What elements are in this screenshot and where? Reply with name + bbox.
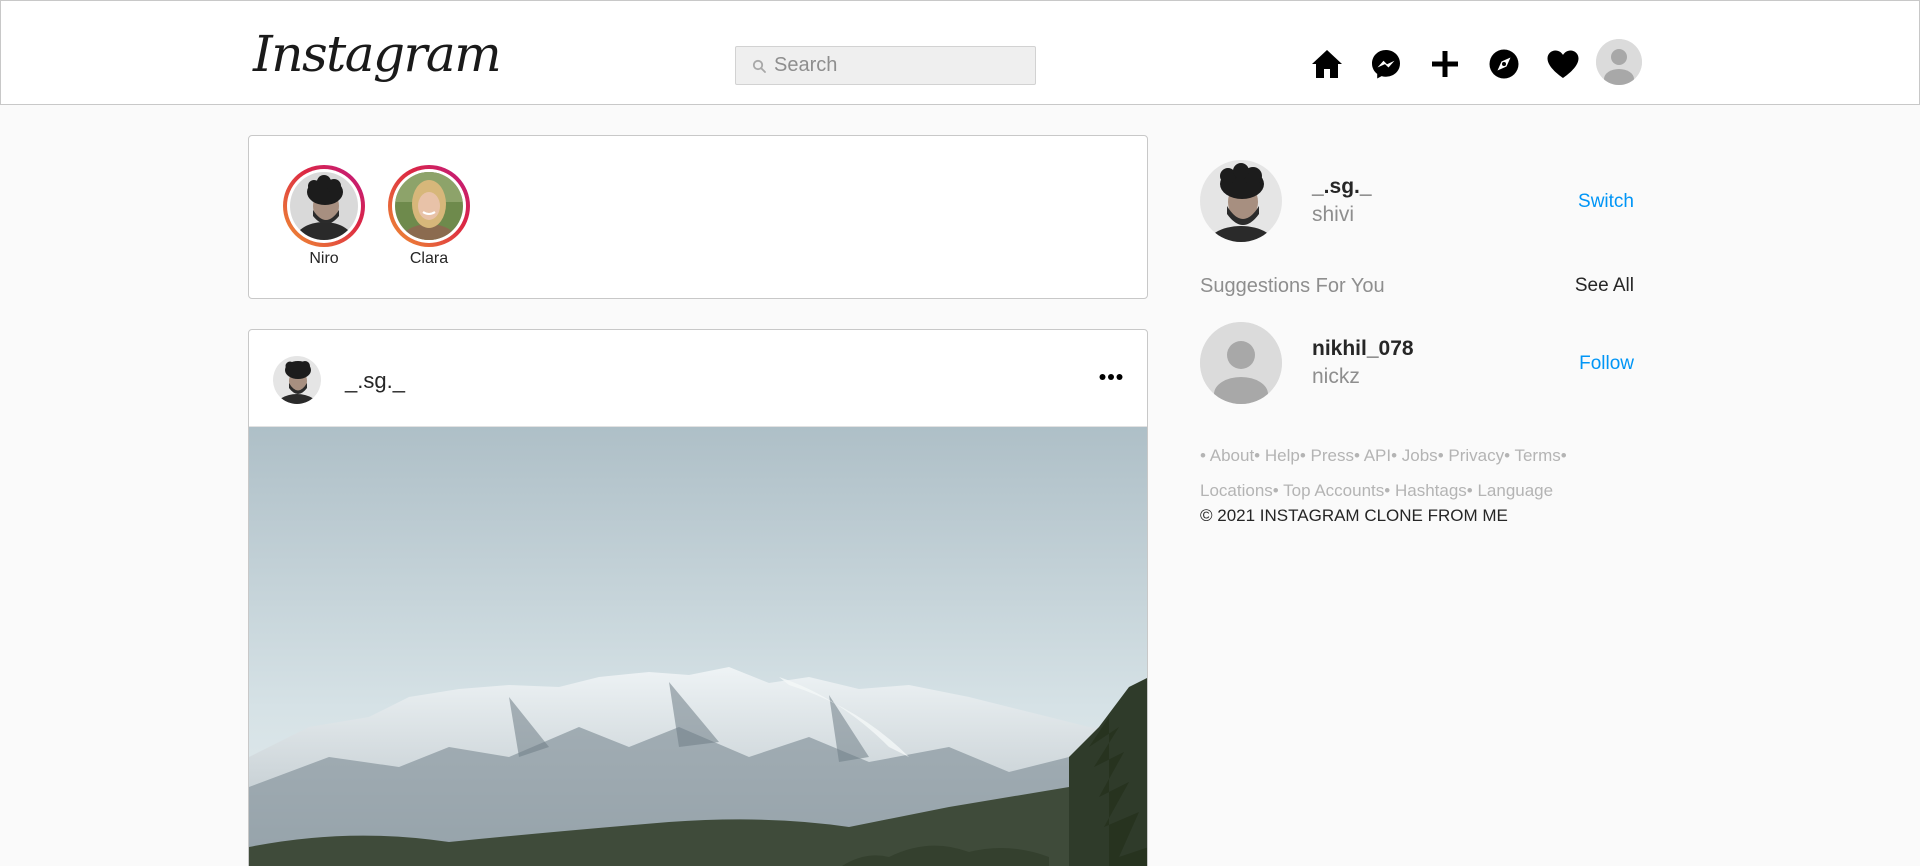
search-box[interactable] <box>735 46 1036 85</box>
footer-link-locations[interactable]: Locations <box>1200 481 1273 500</box>
stories-tray: Niro Clara <box>248 135 1148 299</box>
footer-link-press[interactable]: • Press <box>1300 446 1354 465</box>
footer-link-privacy[interactable]: • Privacy <box>1438 446 1504 465</box>
footer-separator: • <box>1560 446 1567 465</box>
suggestion-item: nikhil_078 nickz Follow <box>1200 322 1634 404</box>
heart-icon[interactable] <box>1545 46 1581 82</box>
story-item[interactable]: Niro <box>282 165 366 268</box>
home-icon[interactable] <box>1309 46 1345 82</box>
footer-link-hashtags[interactable]: • Hashtags <box>1384 481 1467 500</box>
follow-button[interactable]: Follow <box>1579 353 1634 375</box>
footer-links: • About• Help• Press• API• Jobs• Privacy… <box>1200 438 1580 508</box>
story-username: Clara <box>409 250 449 267</box>
footer-link-about[interactable]: • About <box>1200 446 1254 465</box>
suggestion-username[interactable]: nikhil_078 <box>1312 337 1414 361</box>
post-image[interactable] <box>249 427 1147 866</box>
top-navbar: Instagram <box>0 0 1920 105</box>
search-input[interactable] <box>774 54 1024 77</box>
copyright-text: © 2021 INSTAGRAM CLONE FROM ME <box>1200 506 1508 525</box>
avatar[interactable] <box>1596 39 1642 85</box>
footer-link-language[interactable]: • Language <box>1467 481 1553 500</box>
current-username[interactable]: _.sg._ <box>1312 175 1372 199</box>
story-avatar <box>395 172 463 240</box>
story-avatar <box>290 172 358 240</box>
current-user-row: _.sg._ shivi Switch <box>1200 160 1634 242</box>
post-avatar[interactable] <box>273 356 321 404</box>
switch-button[interactable]: Switch <box>1578 191 1634 213</box>
plus-icon[interactable] <box>1427 46 1463 82</box>
suggestion-avatar[interactable] <box>1200 322 1282 404</box>
nav-icon-bar <box>1309 39 1642 85</box>
post-username[interactable]: _.sg._ <box>345 368 405 394</box>
footer-link-top-accounts[interactable]: • Top Accounts <box>1273 481 1385 500</box>
post-header: _.sg._ <box>249 330 1147 427</box>
footer-link-help[interactable]: • Help <box>1254 446 1300 465</box>
right-sidebar: _.sg._ shivi Switch Suggestions For You … <box>1200 160 1634 526</box>
story-ring <box>388 165 470 247</box>
current-user-fullname: shivi <box>1312 203 1355 226</box>
search-icon <box>752 59 766 73</box>
suggestions-header: Suggestions For You See All <box>1200 275 1634 305</box>
suggestion-fullname: nickz <box>1312 365 1360 388</box>
story-ring <box>283 165 365 247</box>
see-all-button[interactable]: See All <box>1575 275 1634 297</box>
story-username: Niro <box>309 250 339 267</box>
more-options-icon[interactable] <box>1099 368 1123 386</box>
current-user-avatar[interactable] <box>1200 160 1282 242</box>
suggestions-title: Suggestions For You <box>1200 275 1385 297</box>
messenger-icon[interactable] <box>1368 46 1404 82</box>
compass-icon[interactable] <box>1486 46 1522 82</box>
footer-link-api[interactable]: • API <box>1354 446 1391 465</box>
feed-post: _.sg._ <box>248 329 1148 866</box>
story-item[interactable]: Clara <box>387 165 471 268</box>
footer-link-terms[interactable]: • Terms <box>1504 446 1561 465</box>
footer-link-jobs[interactable]: • Jobs <box>1391 446 1438 465</box>
instagram-logo[interactable]: Instagram <box>253 29 502 79</box>
